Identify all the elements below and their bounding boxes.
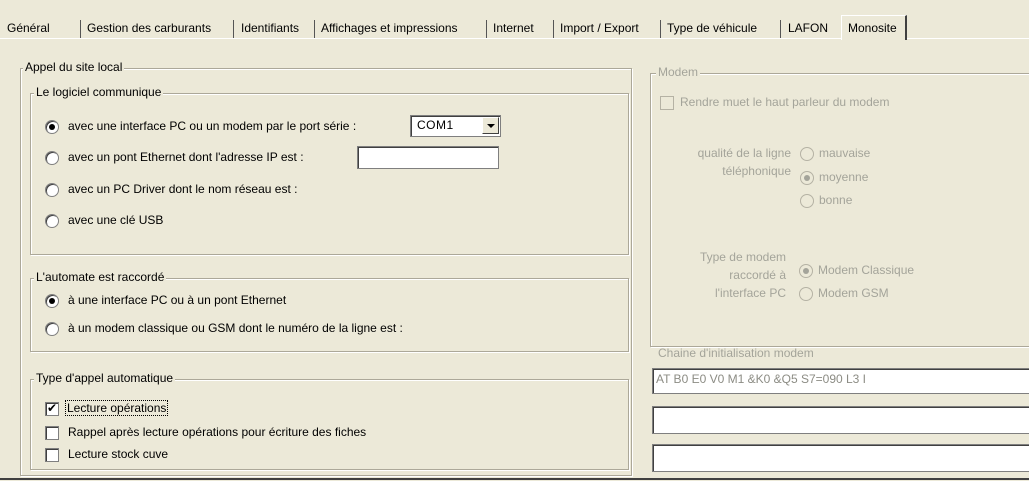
extra-field-1[interactable] [652,406,1029,434]
radio-pc-driver-label: avec un PC Driver dont le nom réseau est… [68,182,298,196]
modem-type-label: Type de modem [699,250,786,264]
init-string-label: Chaine d'initialisation modem [658,346,814,360]
tab-separator [233,20,234,38]
radio-quality-good[interactable] [800,194,814,208]
radio-serial-port-label: avec une interface PC ou un modem par le… [68,119,357,133]
checkbox-rappel[interactable] [45,426,59,440]
radio-pc-interface-label: à une interface PC ou à un pont Ethernet [68,293,287,307]
tab-lafon[interactable]: LAFON [784,18,832,38]
radio-usb-key[interactable] [45,214,59,228]
tab-identifiants[interactable]: Identifiants [237,18,303,38]
automate-group [30,278,629,352]
serial-port-select[interactable]: COM1 [410,115,501,137]
radio-modem-gsm-label: Modem GSM [818,286,889,300]
automate-title: L'automate est raccordé [34,270,167,284]
radio-modem-line-label: à un modem classique ou GSM dont le numé… [68,321,403,335]
checkbox-mute-speaker[interactable] [660,96,674,110]
extra-field-2[interactable] [652,444,1029,472]
checkbox-lecture-operations-label: Lecture opérations [64,400,169,416]
radio-ethernet-bridge[interactable] [45,151,59,165]
tab-monosite[interactable]: Monosite [841,15,907,40]
tab-separator [660,20,661,38]
tab-separator [486,20,487,38]
tab-internet[interactable]: Internet [489,18,538,38]
line-quality-label-2: téléphonique [722,164,791,178]
radio-quality-bad[interactable] [800,147,814,161]
init-string-value: AT B0 E0 V0 M1 &K0 &Q5 S7=090 L3 I [656,372,867,386]
radio-pc-driver[interactable] [45,183,59,197]
radio-quality-medium[interactable] [800,171,814,185]
checkbox-stock-cuve[interactable] [45,448,59,462]
radio-serial-port[interactable] [45,120,59,134]
checkbox-stock-cuve-label: Lecture stock cuve [68,447,169,461]
radio-modem-gsm[interactable] [799,287,813,301]
ip-address-input[interactable] [357,146,499,169]
software-group [30,93,629,255]
radio-modem-classic-label: Modem Classique [818,263,915,277]
tab-type-vehicule[interactable]: Type de véhicule [663,18,761,38]
tab-separator [553,20,554,38]
modem-type-label-2: raccordé à [729,268,786,282]
radio-quality-medium-label: moyenne [819,170,869,184]
radio-modem-classic[interactable] [799,264,813,278]
modem-title: Modem [656,65,701,79]
tab-general[interactable]: Général [3,18,54,38]
radio-modem-line[interactable] [45,322,59,336]
modem-type-label-3: l'interface PC [715,286,786,300]
modem-group [650,73,1029,347]
software-title: Le logiciel communique [34,85,164,99]
tab-separator [314,20,315,38]
tab-separator [780,20,781,38]
radio-quality-bad-label: mauvaise [819,146,871,160]
radio-pc-interface[interactable] [45,294,59,308]
local-call-title: Appel du site local [23,60,125,74]
checkbox-rappel-label: Rappel après lecture opérations pour écr… [68,425,367,439]
init-string-input[interactable]: AT B0 E0 V0 M1 &K0 &Q5 S7=090 L3 I [652,368,1029,394]
line-quality-label: qualité de la ligne [697,146,791,160]
radio-quality-good-label: bonne [819,193,853,207]
checkbox-mute-speaker-label: Rendre muet le haut parleur du modem [680,95,890,109]
tab-gestion-carburants[interactable]: Gestion des carburants [83,18,215,38]
tab-import-export[interactable]: Import / Export [556,18,643,38]
radio-usb-key-label: avec une clé USB [68,213,164,227]
checkbox-lecture-operations[interactable] [45,401,59,416]
radio-ethernet-bridge-label: avec un pont Ethernet dont l'adresse IP … [68,150,304,164]
auto-call-title: Type d'appel automatique [34,371,176,385]
tab-separator [80,20,81,38]
chevron-down-icon[interactable] [482,117,499,134]
tab-affichages[interactable]: Affichages et impressions [317,18,462,38]
serial-port-value: COM1 [417,118,454,132]
panel-border-bottom [0,478,1029,480]
